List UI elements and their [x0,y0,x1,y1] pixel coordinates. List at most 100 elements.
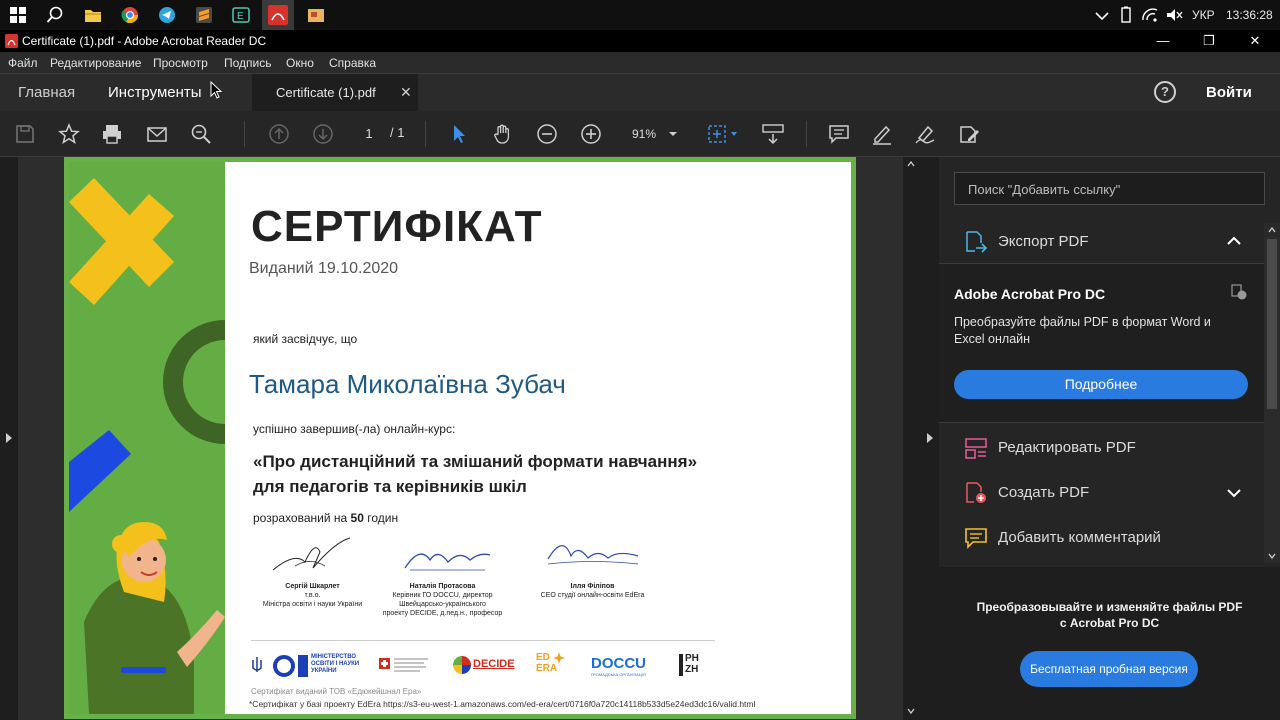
zoom-in-icon[interactable] [580,123,602,145]
decide-logo-text: DECIDE [473,658,515,670]
course-title-line1: «Про дистанційний та змішаний формати на… [253,452,698,471]
doccu-logo-text: DOCCU [591,655,646,672]
free-trial-button[interactable]: Бесплатная пробная версия [1020,651,1198,687]
acrobat-taskbar-icon[interactable] [262,0,294,30]
sublime-text-icon[interactable] [194,5,214,25]
menu-file[interactable]: Файл [8,56,38,70]
email-icon[interactable] [146,123,168,145]
course-title-line2: для педагогів та керівників шкіл [253,477,527,496]
chevron-up-icon[interactable] [1092,5,1112,25]
tab-tools[interactable]: Инструменты [108,84,202,101]
search-icon[interactable] [45,5,65,25]
svg-text:E: E [237,11,244,22]
highlight-pen-icon[interactable] [871,123,893,145]
hand-tool-icon[interactable] [492,123,514,145]
photos-app-icon[interactable] [306,5,326,25]
file-explorer-icon[interactable] [83,5,103,25]
bookmark-star-icon[interactable] [58,123,80,145]
battery-icon[interactable] [1116,5,1136,25]
scroll-up-icon[interactable] [1268,227,1276,233]
chevron-up-icon[interactable] [1227,236,1241,246]
mon-logo-line1: МІНІСТЕРСТВО [311,654,357,660]
yellow-x-shape [69,178,174,305]
collapse-right-panel-icon[interactable] [926,432,934,444]
logos-divider [251,640,715,641]
windows-start-icon[interactable] [8,5,28,25]
tool-export-pdf[interactable]: Экспорт PDF [939,220,1265,264]
tool-edit-pdf[interactable]: Редактировать PDF [939,426,1265,470]
wifi-icon[interactable] [1140,5,1160,25]
menu-edit[interactable]: Редактирование [50,56,141,70]
previous-page-icon[interactable] [268,123,290,145]
maximize-button[interactable]: ❐ [1186,30,1232,52]
tools-panel-scrollbar[interactable] [1264,223,1280,563]
mon-logo-line2: ОСВІТИ І НАУКИ [311,661,360,667]
certificate-content: СЕРТИФІКАТ Виданий 19.10.2020 який засві… [225,162,851,714]
sign-pen-icon[interactable] [914,123,936,145]
fit-page-icon[interactable] [706,123,742,145]
print-icon[interactable] [101,123,123,145]
zoom-out-icon[interactable] [536,123,558,145]
chrome-icon[interactable] [120,5,140,25]
tab-close-icon[interactable]: ✕ [400,84,412,101]
volume-icon[interactable] [1164,5,1184,25]
footer-verification-link[interactable]: *Сертифікат у базі проекту EdEra https:/… [249,699,755,709]
promo-more-button[interactable]: Подробнее [954,370,1248,399]
mon-logo-text: МІНІСТЕРСТВО ОСВІТИ І НАУКИ УКРАЇНИ [311,654,359,675]
tool-create-pdf[interactable]: Создать PDF [939,471,1265,515]
signer-1-role-line1: т.в.о. [304,592,321,599]
select-cursor-icon[interactable] [448,123,470,145]
save-icon[interactable] [14,123,36,145]
signer-2-name: Наталія Протасова [409,583,476,590]
menu-help[interactable]: Справка [329,56,376,70]
scroll-up-icon[interactable] [907,161,915,167]
signer-2-role-line3: проекту DECIDE, д.пед.н., професор [382,610,503,617]
signer-3-role-line1: CEO студії онлайн-освіти EdEra [540,592,645,599]
right-panel-toggle-strip [919,157,939,720]
telegram-icon[interactable] [157,5,177,25]
help-icon[interactable]: ? [1154,81,1176,103]
scroll-down-icon[interactable] [1268,553,1276,559]
sign-in-button[interactable]: Войти [1206,84,1252,101]
scroll-mode-icon[interactable] [760,123,786,145]
info-documents-icon[interactable] [1231,284,1247,300]
upsell-text: Преобразовывайте и изменяйте файлы PDF с… [939,599,1280,631]
scrollbar-thumb[interactable] [1267,239,1277,409]
app-e-icon[interactable]: E [231,5,251,25]
menu-sign[interactable]: Подпись [224,56,272,70]
create-pdf-icon [964,481,988,505]
document-scrollbar[interactable] [903,157,919,720]
signer-2-role-line2: Швейцарсько-українського [399,601,486,608]
page-number-input[interactable]: 1 [354,122,384,146]
minimize-button[interactable]: — [1140,30,1186,52]
main-toolbar: 1 / 1 91% [0,111,1280,157]
fill-sign-icon[interactable] [958,123,980,145]
tab-document-label: Certificate (1).pdf [276,85,376,100]
zoom-select[interactable]: 91% [622,122,684,146]
doccu-logo-subtitle: ГРОМАДСЬКА ОРГАНІЗАЦІЯ [591,672,646,677]
comment-icon[interactable] [828,123,850,145]
hours-value: 50 [350,511,364,525]
tool-add-comment[interactable]: Добавить комментарий [939,516,1265,560]
completed-text: успішно завершив(-ла) онлайн-курс: [253,422,456,436]
next-page-icon[interactable] [312,123,334,145]
clock[interactable]: 13:36:28 [1226,8,1273,22]
find-zoom-icon[interactable] [190,123,212,145]
phzh-logo-line1: PH [685,653,699,664]
hours-suffix: годин [363,511,399,525]
keyboard-language[interactable]: УКР [1192,8,1215,22]
menu-window[interactable]: Окно [286,56,314,70]
tools-search-input[interactable]: Поиск "Добавить ссылку" [954,172,1265,205]
chevron-down-icon[interactable] [1227,488,1241,498]
scroll-down-icon[interactable] [907,708,915,714]
blue-bar-shape [69,430,131,512]
tab-home[interactable]: Главная [18,84,75,101]
upsell-text-line1: Преобразовывайте и изменяйте файлы PDF [976,600,1243,614]
close-window-button[interactable]: ✕ [1232,30,1278,52]
tab-document[interactable]: Certificate (1).pdf ✕ [252,74,418,112]
menu-view[interactable]: Просмотр [153,56,208,70]
expand-left-panel-icon[interactable] [5,432,13,444]
signer-2-role-line1: Керівник ГО DOCCU, директор [392,592,493,599]
ukraine-trident-icon [252,657,262,672]
mouse-cursor-icon [210,81,224,101]
